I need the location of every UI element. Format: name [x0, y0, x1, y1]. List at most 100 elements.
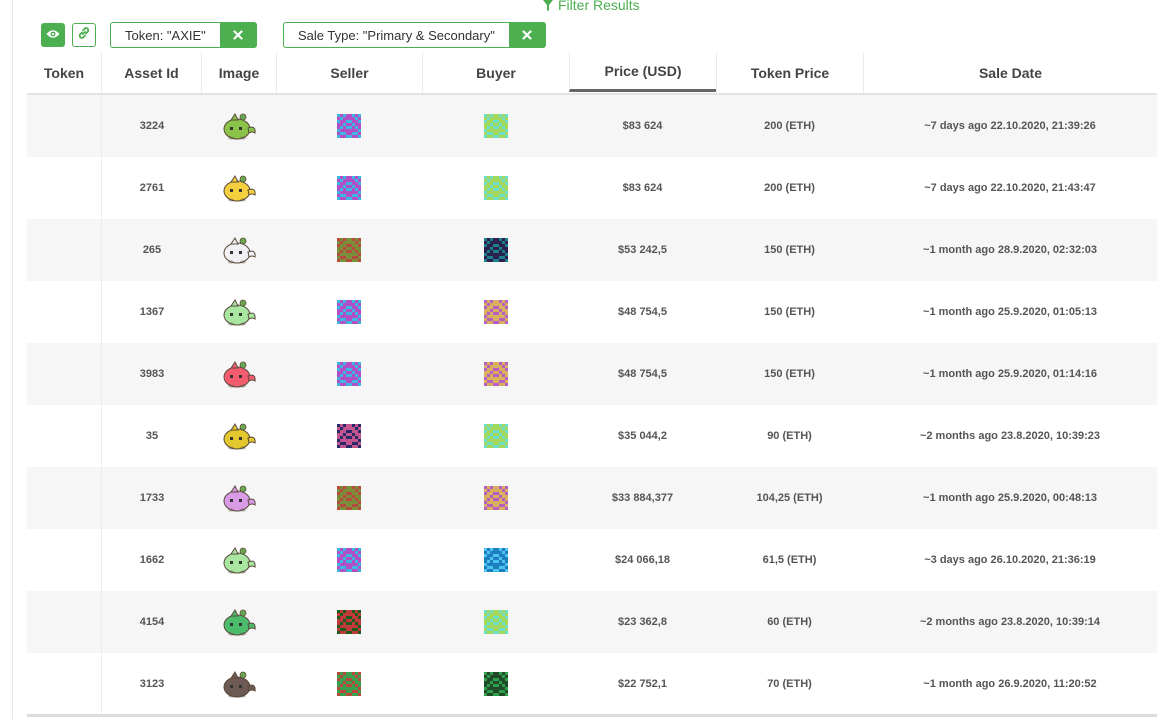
price-usd-cell: $53 242,5: [618, 244, 667, 256]
asset-id-cell[interactable]: 3983: [101, 343, 202, 405]
sale-date-cell: ~1 month ago 25.9.2020, 00:48:13: [923, 492, 1097, 504]
token-price-cell: 150 (ETH): [764, 368, 815, 380]
buyer-avatar[interactable]: [422, 405, 569, 467]
sale-type-filter-label: Sale Type: "Primary & Secondary": [283, 22, 509, 48]
sale-date-cell: ~1 month ago 25.9.2020, 01:05:13: [923, 306, 1097, 318]
buyer-avatar[interactable]: [422, 591, 569, 653]
token-price-cell: 200 (ETH): [764, 182, 815, 194]
price-usd-cell: $83 624: [622, 120, 663, 132]
column-header-price-usd[interactable]: Price (USD): [569, 52, 716, 92]
price-usd-cell: $24 066,18: [614, 554, 671, 566]
axie-image[interactable]: [201, 281, 276, 343]
seller-avatar[interactable]: [276, 343, 422, 405]
buyer-avatar[interactable]: [422, 95, 569, 157]
axie-image[interactable]: [201, 591, 276, 653]
table-row[interactable]: 1662 $24 066,18 61,5 (ETH) ~3 days ago 26.1…: [27, 529, 1157, 591]
token-price-cell: 150 (ETH): [764, 306, 815, 318]
sale-date-cell: ~1 month ago 26.9.2020, 11:20:52: [923, 678, 1097, 690]
buyer-avatar[interactable]: [422, 529, 569, 591]
seller-avatar[interactable]: [276, 157, 422, 219]
token-cell: [27, 467, 101, 529]
sale-date-cell: ~2 months ago 23.8.2020, 10:39:14: [919, 616, 1101, 628]
token-price-cell: 60 (ETH): [767, 616, 812, 628]
axie-image[interactable]: [201, 405, 276, 467]
close-icon: [522, 30, 532, 40]
token-price-cell: 104,25 (ETH): [756, 492, 823, 504]
table-row[interactable]: 4154 $23 362,8 60 (ETH) ~2 months ago 23.8.…: [27, 591, 1157, 653]
price-usd-cell: $35 044,2: [618, 430, 667, 442]
price-usd-cell: $48 754,5: [618, 368, 667, 380]
axie-image[interactable]: [201, 467, 276, 529]
seller-avatar[interactable]: [276, 653, 422, 715]
asset-id-cell[interactable]: 265: [101, 219, 202, 281]
seller-avatar[interactable]: [276, 405, 422, 467]
price-usd-cell: $22 752,1: [618, 678, 667, 690]
table-row[interactable]: 265 $53 242,5 150 (ETH) ~1 month ago 28.9.2…: [27, 219, 1157, 281]
price-usd-cell: $48 754,5: [618, 306, 667, 318]
column-header-token[interactable]: Token: [27, 52, 101, 93]
seller-avatar[interactable]: [276, 281, 422, 343]
table-row[interactable]: 35 $35 044,2 90 (ETH) ~2 months ago 23.8.20…: [27, 405, 1157, 467]
asset-id-cell[interactable]: 35: [101, 405, 202, 467]
axie-image[interactable]: [201, 653, 276, 715]
asset-id-cell[interactable]: 1733: [101, 467, 202, 529]
token-cell: [27, 529, 101, 591]
price-usd-cell: $23 362,8: [618, 616, 667, 628]
remove-token-filter-button[interactable]: [219, 22, 257, 48]
sale-type-filter-chip: Sale Type: "Primary & Secondary": [283, 22, 546, 48]
axie-image[interactable]: [201, 529, 276, 591]
token-price-cell: 70 (ETH): [767, 678, 812, 690]
column-header-image[interactable]: Image: [201, 52, 276, 93]
column-header-sale-date[interactable]: Sale Date: [863, 52, 1157, 93]
scroll-edge: [27, 714, 1157, 717]
column-header-buyer[interactable]: Buyer: [422, 52, 569, 93]
token-cell: [27, 343, 101, 405]
column-header-seller[interactable]: Seller: [276, 52, 422, 93]
seller-avatar[interactable]: [276, 591, 422, 653]
table-row[interactable]: 1733 $33 884,377 104,25 (ETH) ~1 month ago …: [27, 467, 1157, 529]
token-cell: [27, 405, 101, 467]
buyer-avatar[interactable]: [422, 281, 569, 343]
buyer-avatar[interactable]: [422, 653, 569, 715]
seller-avatar[interactable]: [276, 467, 422, 529]
table-row[interactable]: 3983 $48 754,5 150 (ETH) ~1 month ago 25.9.…: [27, 343, 1157, 405]
table-row[interactable]: 1367 $48 754,5 150 (ETH) ~1 month ago 25.9.…: [27, 281, 1157, 343]
seller-avatar[interactable]: [276, 529, 422, 591]
filter-results-label: Filter Results: [558, 0, 640, 13]
asset-id-cell[interactable]: 1367: [101, 281, 202, 343]
axie-image[interactable]: [201, 95, 276, 157]
token-price-cell: 61,5 (ETH): [762, 554, 817, 566]
sale-date-cell: ~1 month ago 28.9.2020, 02:32:03: [923, 244, 1097, 256]
asset-id-cell[interactable]: 1662: [101, 529, 202, 591]
asset-id-cell[interactable]: 3123: [101, 653, 202, 715]
price-usd-cell: $33 884,377: [611, 492, 674, 504]
column-header-token-price[interactable]: Token Price: [716, 52, 863, 93]
table-row[interactable]: 3123 $22 752,1 70 (ETH) ~1 month ago 26.9.2…: [27, 653, 1157, 715]
seller-avatar[interactable]: [276, 219, 422, 281]
buyer-avatar[interactable]: [422, 343, 569, 405]
sale-date-cell: ~7 days ago 22.10.2020, 21:43:47: [924, 182, 1096, 194]
buyer-avatar[interactable]: [422, 157, 569, 219]
toggle-view-button[interactable]: [41, 23, 65, 47]
table-row[interactable]: 2761 $83 624 200 (ETH) ~7 days ago 22.10.20…: [27, 157, 1157, 219]
buyer-avatar[interactable]: [422, 467, 569, 529]
filter-icon: [543, 0, 553, 11]
sale-date-cell: ~7 days ago 22.10.2020, 21:39:26: [924, 120, 1096, 132]
sales-table: Token Asset Id Image Seller Buyer Price …: [27, 52, 1157, 715]
left-border: [12, 0, 13, 719]
copy-link-button[interactable]: [72, 23, 96, 47]
column-header-asset-id[interactable]: Asset Id: [101, 52, 201, 93]
asset-id-cell[interactable]: 4154: [101, 591, 202, 653]
asset-id-cell[interactable]: 2761: [101, 157, 202, 219]
seller-avatar[interactable]: [276, 95, 422, 157]
token-cell: [27, 653, 101, 715]
axie-image[interactable]: [201, 157, 276, 219]
asset-id-cell[interactable]: 3224: [101, 95, 202, 157]
table-row[interactable]: 3224 $83 624 200 (ETH) ~7 days ago 22.10.20…: [27, 95, 1157, 157]
buyer-avatar[interactable]: [422, 219, 569, 281]
axie-image[interactable]: [201, 219, 276, 281]
remove-sale-type-filter-button[interactable]: [508, 22, 546, 48]
filter-results-button[interactable]: Filter Results: [543, 0, 640, 13]
axie-image[interactable]: [201, 343, 276, 405]
token-filter-label: Token: "AXIE": [110, 22, 220, 48]
